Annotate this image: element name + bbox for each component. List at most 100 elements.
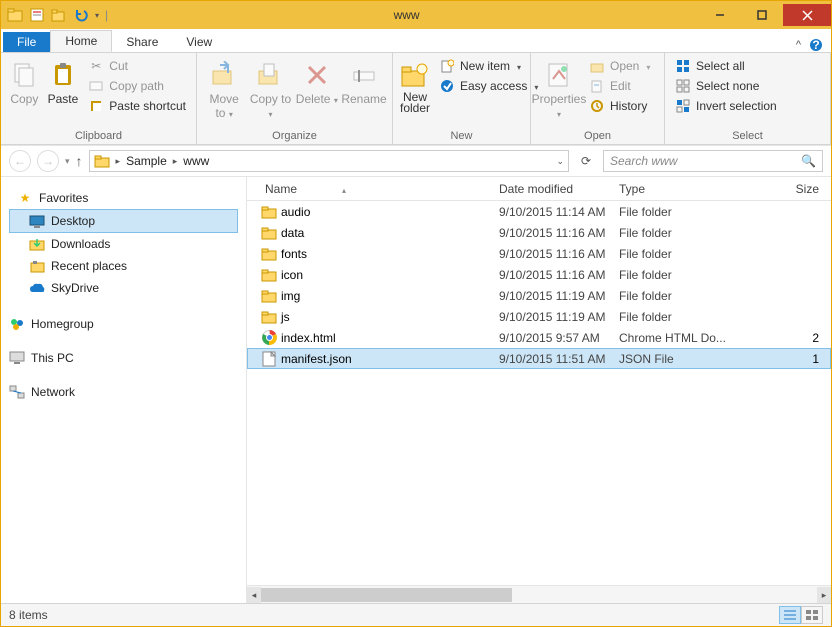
- file-type: File folder: [619, 226, 739, 240]
- up-button[interactable]: ↑: [76, 153, 83, 169]
- scroll-left-icon[interactable]: ◂: [247, 587, 261, 603]
- open-button[interactable]: Open: [585, 57, 654, 75]
- file-type: File folder: [619, 268, 739, 282]
- help-icon[interactable]: ?: [809, 38, 823, 52]
- column-size[interactable]: Size: [739, 182, 831, 196]
- file-row[interactable]: icon9/10/2015 11:16 AMFile folder: [247, 264, 831, 285]
- chevron-right-icon[interactable]: ▸: [114, 156, 123, 167]
- horizontal-scrollbar[interactable]: ◂ ▸: [247, 585, 831, 603]
- icons-view-button[interactable]: [801, 606, 823, 624]
- copy-icon: [8, 59, 40, 91]
- breadcrumb-root[interactable]: Sample: [126, 154, 167, 168]
- undo-icon[interactable]: [73, 7, 89, 23]
- file-row[interactable]: js9/10/2015 11:19 AMFile folder: [247, 306, 831, 327]
- tab-file[interactable]: File: [3, 32, 50, 52]
- properties-button[interactable]: Properties ▾: [537, 57, 581, 120]
- move-to-button[interactable]: Move to ▾: [203, 57, 245, 120]
- nav-recent-places[interactable]: Recent places: [9, 255, 238, 277]
- close-button[interactable]: [783, 4, 831, 26]
- column-name[interactable]: Name▴: [247, 182, 499, 196]
- properties-icon[interactable]: [29, 7, 45, 23]
- quick-access-toolbar: ▾ |: [1, 7, 114, 23]
- navigation-pane[interactable]: ★Favorites Desktop Downloads Recent plac…: [1, 177, 247, 603]
- column-date[interactable]: Date modified: [499, 182, 619, 196]
- nav-skydrive[interactable]: SkyDrive: [9, 277, 238, 299]
- new-folder-button[interactable]: New folder: [399, 57, 431, 114]
- file-type: Chrome HTML Do...: [619, 331, 739, 345]
- desktop-icon: [29, 213, 45, 229]
- copy-to-button[interactable]: Copy to ▾: [249, 57, 291, 120]
- file-row[interactable]: manifest.json9/10/2015 11:51 AMJSON File…: [247, 348, 831, 369]
- file-date: 9/10/2015 9:57 AM: [499, 331, 619, 345]
- tab-share[interactable]: Share: [112, 32, 172, 52]
- select-all-button[interactable]: Select all: [671, 57, 781, 75]
- copy-to-icon: [254, 59, 286, 91]
- explorer-body: ★Favorites Desktop Downloads Recent plac…: [1, 177, 831, 603]
- recent-locations-icon[interactable]: ▾: [65, 156, 70, 167]
- minimize-ribbon-icon[interactable]: ^: [796, 39, 801, 51]
- new-item-icon: [439, 58, 455, 74]
- nav-desktop[interactable]: Desktop: [9, 209, 238, 233]
- file-icon: [261, 351, 277, 367]
- new-folder-icon[interactable]: [51, 7, 67, 23]
- breadcrumb-leaf[interactable]: www: [183, 154, 209, 168]
- back-button[interactable]: ←: [9, 150, 31, 172]
- scroll-right-icon[interactable]: ▸: [817, 587, 831, 603]
- ribbon-tabs: File Home Share View ^ ?: [1, 29, 831, 53]
- copy-path-button[interactable]: Copy path: [84, 77, 190, 95]
- minimize-button[interactable]: [699, 4, 741, 26]
- nav-network[interactable]: Network: [1, 381, 246, 403]
- tab-home[interactable]: Home: [50, 30, 112, 52]
- history-button[interactable]: History: [585, 97, 654, 115]
- copy-path-icon: [88, 78, 104, 94]
- network-icon: [9, 384, 25, 400]
- group-organize: Move to ▾ Copy to ▾ Delete ▾ Rename Orga…: [197, 53, 393, 144]
- file-name: data: [281, 226, 499, 240]
- group-new: New folder New item Easy access New: [393, 53, 531, 144]
- edit-button[interactable]: Edit: [585, 77, 654, 95]
- forward-button[interactable]: →: [37, 150, 59, 172]
- invert-selection-button[interactable]: Invert selection: [671, 97, 781, 115]
- breadcrumb-dropdown-icon[interactable]: ⌄: [556, 156, 564, 167]
- paste-shortcut-button[interactable]: Paste shortcut: [84, 97, 190, 115]
- homegroup-icon: [9, 316, 25, 332]
- easy-access-button[interactable]: Easy access: [435, 77, 542, 95]
- folder-icon: [261, 204, 277, 220]
- refresh-button[interactable]: ⟳: [575, 150, 597, 172]
- file-row[interactable]: img9/10/2015 11:19 AMFile folder: [247, 285, 831, 306]
- file-name: audio: [281, 205, 499, 219]
- nav-homegroup[interactable]: Homegroup: [1, 313, 246, 335]
- file-row[interactable]: data9/10/2015 11:16 AMFile folder: [247, 222, 831, 243]
- maximize-button[interactable]: [741, 4, 783, 26]
- chevron-right-icon[interactable]: ▸: [171, 156, 180, 167]
- search-placeholder: Search www: [610, 154, 677, 168]
- copy-button[interactable]: Copy: [7, 57, 42, 106]
- skydrive-icon: [29, 280, 45, 296]
- file-size: 2: [739, 331, 831, 345]
- select-none-button[interactable]: Select none: [671, 77, 781, 95]
- folder-icon: [261, 246, 277, 262]
- breadcrumb[interactable]: ▸ Sample ▸ www ⌄: [89, 150, 569, 172]
- paste-button[interactable]: Paste: [46, 57, 81, 106]
- file-date: 9/10/2015 11:14 AM: [499, 205, 619, 219]
- rename-button[interactable]: Rename: [342, 57, 386, 106]
- nav-this-pc[interactable]: This PC: [1, 347, 246, 369]
- cut-button[interactable]: ✂Cut: [84, 57, 190, 75]
- nav-favorites[interactable]: ★Favorites: [9, 187, 238, 209]
- qat-dropdown-icon[interactable]: ▾: [95, 11, 99, 20]
- scrollbar-thumb[interactable]: [261, 588, 512, 602]
- file-row[interactable]: index.html9/10/2015 9:57 AMChrome HTML D…: [247, 327, 831, 348]
- details-view-button[interactable]: [779, 606, 801, 624]
- search-icon: 🔍: [801, 154, 816, 168]
- file-name: icon: [281, 268, 499, 282]
- folder-icon: [94, 154, 110, 168]
- new-item-button[interactable]: New item: [435, 57, 542, 75]
- file-row[interactable]: audio9/10/2015 11:14 AMFile folder: [247, 201, 831, 222]
- file-row[interactable]: fonts9/10/2015 11:16 AMFile folder: [247, 243, 831, 264]
- nav-downloads[interactable]: Downloads: [9, 233, 238, 255]
- tab-view[interactable]: View: [172, 32, 226, 52]
- delete-button[interactable]: Delete ▾: [296, 57, 338, 106]
- search-input[interactable]: Search www 🔍: [603, 150, 823, 172]
- file-type: JSON File: [619, 352, 739, 366]
- column-type[interactable]: Type: [619, 182, 739, 196]
